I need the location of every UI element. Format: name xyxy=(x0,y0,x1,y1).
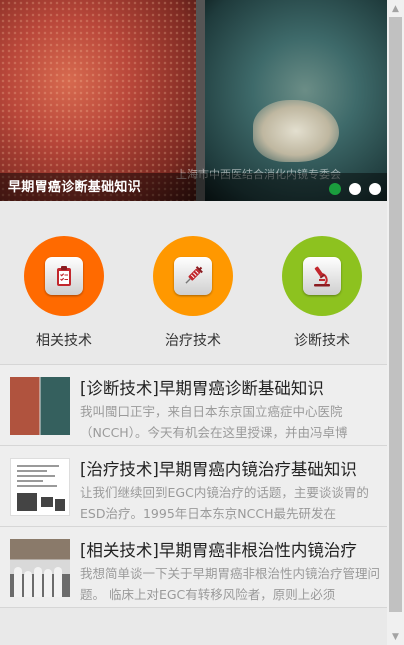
carousel-dot-1[interactable] xyxy=(329,183,341,195)
article-title: [相关技术]早期胃癌非根治性内镜治疗 xyxy=(80,541,357,560)
article-summary: 让我们继续回到EGC内镜治疗的话题，主要谈谈胃的ESD治疗。1995年日本东京N… xyxy=(80,485,369,521)
article-thumbnail xyxy=(10,539,70,597)
list-item[interactable]: [相关技术]早期胃癌非根治性内镜治疗 我想简单谈一下关于早期胃癌非根治性内镜治疗… xyxy=(0,526,387,608)
banner-carousel[interactable]: 上海市中西医结合消化内镜专委会 早期胃癌诊断基础知识 xyxy=(0,0,387,201)
article-thumbnail xyxy=(10,458,70,516)
banner-title: 早期胃癌诊断基础知识 xyxy=(8,180,142,195)
list-item[interactable]: [治疗技术]早期胃癌内镜治疗基础知识 让我们继续回到EGC内镜治疗的话题，主要谈… xyxy=(0,445,387,526)
scroll-down-arrow-icon[interactable]: ▼ xyxy=(387,628,404,645)
article-title: [治疗技术]早期胃癌内镜治疗基础知识 xyxy=(80,460,357,479)
category-label: 诊断技术 xyxy=(294,333,350,349)
article-thumbnail xyxy=(10,377,70,435)
category-circle xyxy=(282,236,362,316)
carousel-indicators xyxy=(329,183,381,195)
carousel-dot-3[interactable] xyxy=(369,183,381,195)
category-diagnosis-tech[interactable]: 诊断技术 xyxy=(272,236,372,350)
category-label: 相关技术 xyxy=(36,333,92,349)
category-nav: 相关技术 治疗技术 诊断技术 xyxy=(0,236,387,349)
category-circle xyxy=(153,236,233,316)
list-item[interactable]: [诊断技术]早期胃癌诊断基础知识 我叫閩口正宇，来自日本东京国立癌症中心医院（N… xyxy=(0,364,387,445)
category-label: 治疗技术 xyxy=(165,333,221,349)
category-circle xyxy=(24,236,104,316)
carousel-dot-2[interactable] xyxy=(349,183,361,195)
page: 上海市中西医结合消化内镜专委会 早期胃癌诊断基础知识 相关技术 治疗技术 诊断技… xyxy=(0,0,387,645)
vertical-scrollbar[interactable]: ▲ ▼ xyxy=(387,0,404,645)
article-summary: 我叫閩口正宇，来自日本东京国立癌症中心医院（NCCH）。今天有机会在这里授课，并… xyxy=(80,404,348,440)
syringe-icon xyxy=(174,257,212,295)
clipboard-icon xyxy=(45,257,83,295)
category-treatment-tech[interactable]: 治疗技术 xyxy=(143,236,243,350)
endoscopy-image-left xyxy=(0,0,196,201)
scroll-up-arrow-icon[interactable]: ▲ xyxy=(387,0,404,17)
article-list: [诊断技术]早期胃癌诊断基础知识 我叫閩口正宇，来自日本东京国立癌症中心医院（N… xyxy=(0,364,387,608)
article-title: [诊断技术]早期胃癌诊断基础知识 xyxy=(80,379,324,398)
scrollbar-thumb[interactable] xyxy=(389,17,402,612)
microscope-icon xyxy=(303,257,341,295)
category-related-tech[interactable]: 相关技术 xyxy=(14,236,114,350)
article-summary: 我想简单谈一下关于早期胃癌非根治性内镜治疗管理问题。 临床上对EGC有转移风险者… xyxy=(80,566,380,602)
